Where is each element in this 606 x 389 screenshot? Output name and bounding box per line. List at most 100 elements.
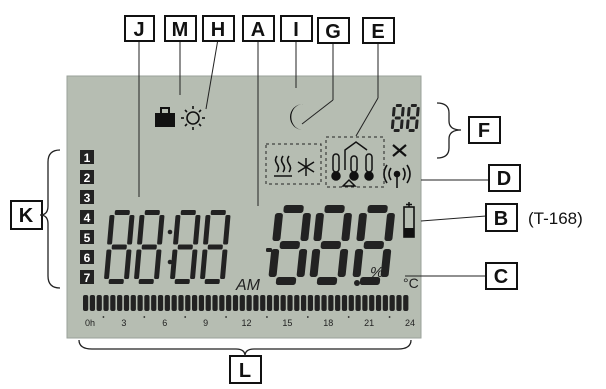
segment-a: [180, 210, 196, 215]
segment-a: [395, 104, 402, 107]
timeline-tick-label: 24: [405, 318, 415, 328]
timeline-segment: [375, 295, 382, 311]
timeline-tick-label: 21: [364, 318, 374, 328]
segment-d: [393, 129, 400, 132]
timeline-segment: [266, 295, 273, 311]
callout-f: F: [478, 120, 490, 142]
callout-j: J: [133, 19, 144, 41]
timeline-segment: [226, 295, 232, 311]
timeline-segment: [117, 295, 123, 311]
segment-g: [394, 116, 401, 120]
timeline-segment: [198, 295, 205, 311]
segment-a: [324, 205, 345, 213]
callout-i: I: [293, 19, 299, 41]
callout-d: D: [497, 168, 511, 190]
timeline-segment: [219, 295, 225, 311]
timeline-segment: [335, 295, 341, 311]
timeline-segment: [260, 295, 266, 311]
day-7: 7: [84, 271, 91, 285]
timeline-half-dot: [184, 316, 187, 318]
timeline-segment: [130, 295, 136, 311]
timeline-segment: [151, 295, 157, 311]
timeline-segment: [328, 295, 334, 311]
segment-d: [138, 279, 154, 284]
timeline-segment: [89, 295, 96, 311]
segment-g: [320, 241, 341, 249]
clock-colon-dot-1: [167, 229, 173, 235]
timeline-segment: [396, 295, 402, 311]
timeline-half-dot: [266, 316, 268, 318]
segment-g: [363, 241, 384, 249]
timeline-tick-label: 15: [282, 318, 292, 328]
timeline-segment: [287, 295, 293, 311]
timeline-segment: [123, 295, 130, 311]
timeline-segment: [96, 295, 102, 311]
callout-g: G: [325, 21, 341, 43]
day-5: 5: [84, 231, 91, 245]
timeline-segment: [362, 295, 368, 311]
timeline-segment: [389, 295, 395, 311]
timeline-tick-label: 9: [203, 318, 208, 328]
timeline-segment: [369, 295, 375, 311]
segment-g: [177, 244, 193, 250]
segment-g: [409, 116, 416, 120]
timeline-segment: [307, 295, 314, 311]
timeline-half-dot: [225, 316, 227, 318]
segment-a: [210, 210, 226, 215]
segment-d: [316, 277, 338, 285]
timeline-half-dot: [388, 316, 391, 318]
callout-c: C: [494, 266, 508, 288]
timeline-tick-label: 12: [241, 318, 251, 328]
timeline-tick-label: 18: [323, 318, 333, 328]
day-1: 1: [84, 151, 91, 165]
timeline-segment: [246, 295, 252, 311]
callout-b: B: [494, 208, 508, 230]
timeline-segment: [137, 295, 143, 311]
temp-decimal-point: [354, 280, 360, 286]
am-label: AM: [235, 277, 261, 294]
segment-a: [283, 205, 304, 213]
callout-a: A: [251, 19, 265, 41]
callout-l: L: [239, 360, 251, 382]
timeline-segment: [294, 295, 300, 311]
segment-d: [408, 129, 415, 132]
segment-d: [174, 279, 190, 284]
segment-a: [114, 210, 130, 215]
day-2: 2: [84, 171, 91, 185]
day-6: 6: [84, 251, 91, 265]
timeline-segment: [171, 295, 177, 311]
timeline-segment: [239, 295, 245, 311]
segment-g: [279, 241, 300, 249]
timeline-segment: [157, 295, 164, 311]
timeline-segment: [110, 295, 116, 311]
callout-k: K: [19, 205, 34, 227]
timeline-segment: [103, 295, 109, 311]
thermostat-lcd-diagram: J M H A I G E F D B C K L (T-168) 1 2 3 …: [10, 15, 583, 384]
timeline-tick-label: 3: [121, 318, 126, 328]
segment-g: [207, 244, 223, 250]
segment-d: [275, 277, 297, 285]
timeline-segment: [253, 295, 259, 311]
timeline-half-dot: [306, 316, 309, 318]
timeline-segment: [144, 295, 150, 311]
segment-d: [204, 279, 220, 284]
segment-g: [266, 248, 272, 252]
timeline-segment: [382, 295, 388, 311]
timeline-segment: [192, 295, 198, 311]
timeline-segment: [232, 295, 239, 311]
timeline-tick-label: 0h: [85, 318, 95, 328]
timeline-segment: [403, 295, 409, 311]
day-4: 4: [84, 211, 91, 225]
callout-e: E: [371, 21, 384, 43]
segment-d: [108, 279, 124, 284]
timeline-segment: [164, 295, 170, 311]
brace-f: [436, 102, 462, 159]
segment-a: [144, 210, 160, 215]
segment-a: [367, 205, 388, 213]
timeline-segment: [178, 295, 184, 311]
timeline-segment: [301, 295, 307, 311]
percent-sign: %: [370, 264, 383, 281]
segment-g: [111, 244, 127, 250]
segment-a: [410, 104, 417, 107]
timeline-segment: [185, 295, 191, 311]
